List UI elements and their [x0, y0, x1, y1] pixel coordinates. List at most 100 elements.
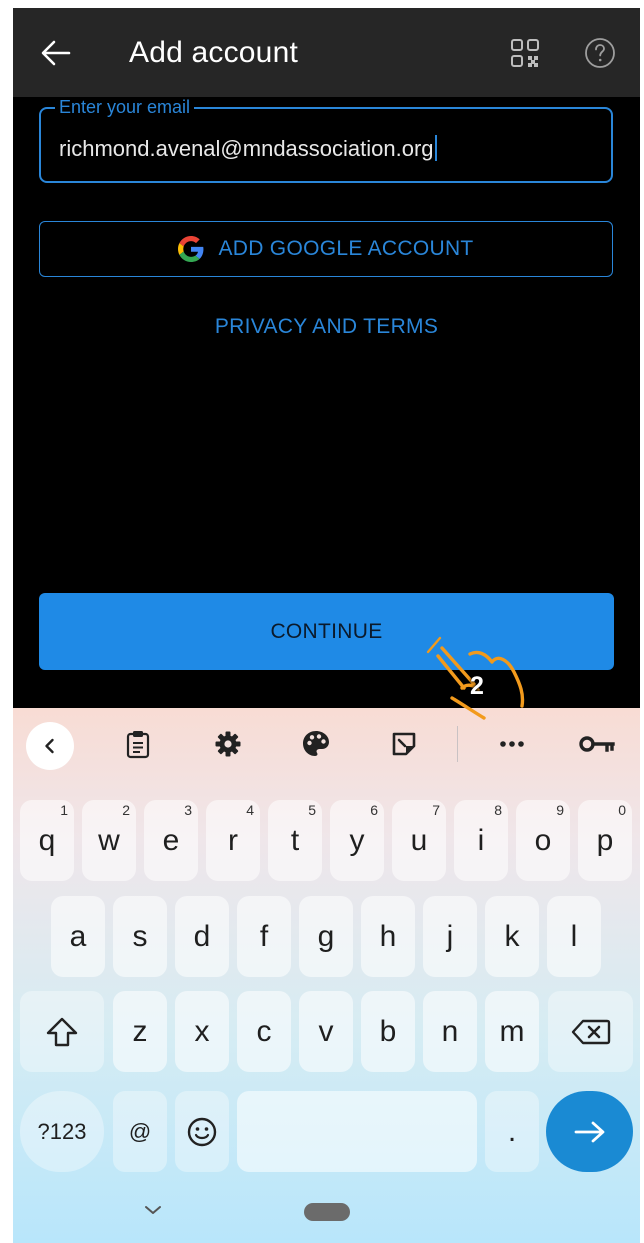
key-c[interactable]: c — [237, 991, 291, 1072]
key-x[interactable]: x — [175, 991, 229, 1072]
key-m[interactable]: m — [485, 991, 539, 1072]
chevron-left-icon[interactable] — [26, 722, 74, 770]
key-b-label: b — [379, 1014, 397, 1048]
key-t[interactable]: t5 — [268, 800, 322, 881]
key-w-label: w — [98, 823, 120, 857]
symbols-key-label: ?123 — [37, 1118, 87, 1144]
smiley-icon — [187, 1117, 217, 1146]
key-a[interactable]: a — [51, 896, 105, 977]
step-number-badge: 2 — [470, 672, 484, 700]
email-field-label: Enter your email — [55, 97, 195, 118]
privacy-and-terms-link[interactable]: PRIVACY AND TERMS — [13, 315, 640, 339]
key-f-label: f — [259, 919, 269, 953]
key-g-label: g — [317, 919, 335, 953]
continue-label: CONTINUE — [270, 619, 383, 643]
at-key[interactable]: @ — [113, 1091, 167, 1172]
email-field[interactable]: Enter your email richmond.avenal@mndasso… — [39, 97, 613, 183]
key-y-hint: 6 — [370, 802, 378, 818]
key-o-label: o — [534, 823, 552, 857]
key-i-label: i — [477, 823, 485, 857]
key-w-hint: 2 — [122, 802, 130, 818]
backspace-key[interactable] — [548, 991, 633, 1072]
add-google-account-button[interactable]: ADD GOOGLE ACCOUNT — [39, 221, 613, 277]
navigation-bar — [13, 1186, 640, 1243]
page-title: Add account — [129, 36, 298, 69]
key-f[interactable]: f — [237, 896, 291, 977]
key-p-hint: 0 — [618, 802, 626, 818]
shift-icon — [46, 1017, 78, 1046]
add-google-account-label: ADD GOOGLE ACCOUNT — [218, 237, 474, 260]
key-i[interactable]: i8 — [454, 800, 508, 881]
key-r[interactable]: r4 — [206, 800, 260, 881]
gear-icon[interactable] — [211, 728, 245, 760]
key-t-hint: 5 — [308, 802, 316, 818]
emoji-key[interactable] — [175, 1091, 229, 1172]
key-r-hint: 4 — [246, 802, 254, 818]
key-e-label: e — [162, 823, 180, 857]
key-y-label: y — [349, 823, 365, 857]
key-l-label: l — [570, 919, 578, 953]
key-o-hint: 9 — [556, 802, 564, 818]
text-cursor — [434, 135, 437, 161]
spacebar[interactable] — [237, 1091, 477, 1172]
key-w[interactable]: w2 — [82, 800, 136, 881]
key-e-hint: 3 — [184, 802, 192, 818]
key-q-label: q — [38, 823, 56, 857]
key-v-label: v — [318, 1014, 334, 1048]
more-icon[interactable] — [495, 728, 529, 760]
key-s[interactable]: s — [113, 896, 167, 977]
arrow-left-icon[interactable] — [39, 36, 73, 70]
key-c-label: c — [256, 1014, 272, 1048]
key-g[interactable]: g — [299, 896, 353, 977]
qr-code-icon[interactable] — [510, 38, 540, 68]
screen: Add account Enter your email richmond.av… — [13, 8, 640, 1243]
key-j[interactable]: j — [423, 896, 477, 977]
key-h-label: h — [379, 919, 397, 953]
key-l[interactable]: l — [547, 896, 601, 977]
key-k[interactable]: k — [485, 896, 539, 977]
symbols-key[interactable]: ?123 — [20, 1091, 104, 1172]
key-x-label: x — [194, 1014, 210, 1048]
keyboard-toolbar — [13, 708, 640, 780]
key-q[interactable]: q1 — [20, 800, 74, 881]
period-key[interactable]: . — [485, 1091, 539, 1172]
key-v[interactable]: v — [299, 991, 353, 1072]
backspace-icon — [571, 1019, 610, 1044]
sticker-icon[interactable] — [387, 728, 421, 760]
key-z-label: z — [132, 1014, 148, 1048]
key-p-label: p — [596, 823, 614, 857]
key-u-hint: 7 — [432, 802, 440, 818]
app-bar: Add account — [13, 8, 640, 97]
key-k-label: k — [504, 919, 520, 953]
arrow-right-icon — [574, 1121, 604, 1142]
key-h[interactable]: h — [361, 896, 415, 977]
period-key-label: . — [507, 1114, 517, 1148]
key-u-label: u — [410, 823, 428, 857]
key-q-hint: 1 — [60, 802, 68, 818]
clipboard-icon[interactable] — [121, 728, 155, 760]
home-handle[interactable] — [304, 1203, 350, 1221]
key-b[interactable]: b — [361, 991, 415, 1072]
chevron-down-icon[interactable] — [143, 1203, 163, 1217]
palette-icon[interactable] — [299, 728, 333, 760]
help-circle-icon[interactable] — [584, 37, 616, 69]
key-d[interactable]: d — [175, 896, 229, 977]
key-o[interactable]: o9 — [516, 800, 570, 881]
shift-key[interactable] — [20, 991, 104, 1072]
key-n-label: n — [441, 1014, 459, 1048]
key-e[interactable]: e3 — [144, 800, 198, 881]
email-value: richmond.avenal@mndassociation.org — [59, 136, 434, 161]
at-key-label: @ — [128, 1118, 152, 1144]
key-y[interactable]: y6 — [330, 800, 384, 881]
key-a-label: a — [69, 919, 87, 953]
google-icon — [178, 236, 204, 262]
key-n[interactable]: n — [423, 991, 477, 1072]
key-r-label: r — [228, 823, 238, 857]
key-z[interactable]: z — [113, 991, 167, 1072]
key-icon[interactable] — [577, 728, 617, 760]
key-p[interactable]: p0 — [578, 800, 632, 881]
key-j-label: j — [446, 919, 454, 953]
enter-key[interactable] — [546, 1091, 633, 1172]
key-u[interactable]: u7 — [392, 800, 446, 881]
key-d-label: d — [193, 919, 211, 953]
